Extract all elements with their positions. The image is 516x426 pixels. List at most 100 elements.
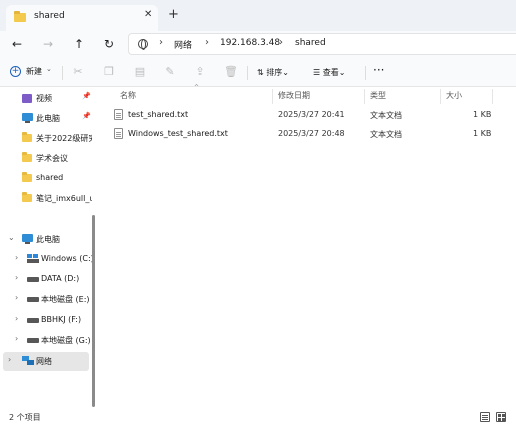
- network-icon: [22, 356, 34, 365]
- sidebar-item-label: 学术会议: [36, 154, 68, 163]
- windows-drive-icon: [27, 254, 39, 263]
- chevron-down-icon: ⌄: [338, 68, 346, 77]
- chevron-down-icon: ⌄: [46, 65, 52, 73]
- chevron-right-icon[interactable]: ›: [15, 334, 18, 343]
- tree-item-this-pc[interactable]: ⌄ 此电脑: [0, 230, 92, 249]
- sidebar-item-label: 关于2022级研究: [36, 134, 92, 143]
- tree-item-drive-g[interactable]: › 本地磁盘 (G:): [0, 331, 92, 350]
- breadcrumb-network[interactable]: 网络: [174, 38, 192, 51]
- file-modified: 2025/3/27 20:41: [278, 110, 345, 119]
- breadcrumb-host[interactable]: 192.168.3.48: [220, 38, 280, 48]
- refresh-button[interactable]: ↻: [98, 34, 120, 54]
- paste-icon[interactable]: ▤: [134, 66, 146, 78]
- computer-icon: [22, 234, 33, 244]
- tree-item-drive-e[interactable]: › 本地磁盘 (E:): [0, 290, 92, 309]
- tree-item-label: Windows (C:): [41, 254, 92, 263]
- pin-icon: 📌: [82, 112, 91, 120]
- view-label: 查看: [322, 68, 339, 77]
- sidebar-item-label: 笔记_imx6ull_u: [36, 194, 92, 203]
- tree-item-label: 网络: [36, 357, 52, 366]
- rename-icon[interactable]: ✎: [164, 66, 176, 78]
- column-divider[interactable]: [364, 89, 365, 104]
- navigation-bar: ← → ↑ ↻ › 网络 › 192.168.3.48 › shared: [0, 31, 516, 59]
- folder-icon: [22, 172, 32, 182]
- file-type: 文本文档: [370, 130, 402, 139]
- file-row[interactable]: Windows_test_shared.txt 2025/3/27 20:48 …: [112, 125, 504, 144]
- tree-item-drive-c[interactable]: › Windows (C:): [0, 250, 92, 269]
- video-icon: [22, 94, 32, 103]
- close-tab-icon[interactable]: ✕: [144, 9, 152, 20]
- navigation-pane: 视频 📌 此电脑 📌 关于2022级研究 学术会议 shared 笔记_imx6…: [0, 87, 100, 409]
- sidebar-item-folder[interactable]: 学术会议: [0, 149, 92, 168]
- chevron-right-icon: ›: [279, 37, 283, 48]
- tree-item-network[interactable]: › 网络: [3, 352, 89, 371]
- column-header-name[interactable]: 名称: [120, 90, 136, 101]
- sidebar-item-shared[interactable]: shared: [0, 169, 92, 188]
- item-count: 2 个项目: [9, 413, 41, 422]
- address-bar[interactable]: › 网络 › 192.168.3.48 › shared: [128, 33, 516, 55]
- sidebar-item-folder[interactable]: 关于2022级研究: [0, 129, 92, 148]
- sidebar-item-label: 视频: [36, 94, 52, 103]
- share-icon[interactable]: ⇪: [194, 66, 206, 78]
- column-divider[interactable]: [492, 89, 493, 104]
- folder-icon: [22, 152, 32, 162]
- file-type: 文本文档: [370, 111, 402, 120]
- drive-icon: [27, 297, 39, 302]
- drive-icon: [27, 277, 39, 282]
- details-view-icon[interactable]: [480, 412, 490, 422]
- tiles-view-icon[interactable]: [496, 412, 506, 422]
- breadcrumb-shared[interactable]: shared: [295, 38, 326, 48]
- new-tab-button[interactable]: +: [168, 7, 179, 22]
- tree-item-label: BBHKJ (F:): [41, 315, 82, 324]
- tree-item-label: 本地磁盘 (E:): [41, 295, 90, 304]
- file-name: test_shared.txt: [128, 110, 189, 119]
- new-label: 新建: [26, 67, 42, 76]
- delete-icon[interactable]: 🗑: [224, 66, 238, 78]
- sidebar-item-videos[interactable]: 视频 📌: [0, 89, 92, 108]
- chevron-right-icon[interactable]: ›: [15, 253, 18, 262]
- sort-button[interactable]: ⇅ 排序⌄: [257, 67, 289, 78]
- tree-item-label: 本地磁盘 (G:): [41, 336, 91, 345]
- sidebar-scrollbar[interactable]: [92, 215, 95, 407]
- forward-button[interactable]: →: [37, 34, 59, 54]
- tree-item-drive-f[interactable]: › BBHKJ (F:): [0, 311, 92, 330]
- cut-icon[interactable]: ✂: [72, 66, 84, 78]
- chevron-right-icon[interactable]: ›: [8, 355, 11, 364]
- column-header-type[interactable]: 类型: [370, 90, 386, 101]
- sidebar-item-label: 此电脑: [36, 114, 60, 123]
- sidebar-item-this-pc-pinned[interactable]: 此电脑 📌: [0, 109, 92, 128]
- sort-label: 排序: [266, 68, 283, 77]
- view-icon: ☰: [313, 68, 323, 77]
- chevron-right-icon: ›: [205, 37, 209, 48]
- tab-strip: shared ✕ +: [0, 0, 516, 31]
- column-divider[interactable]: [440, 89, 441, 104]
- chevron-right-icon[interactable]: ›: [15, 273, 18, 282]
- computer-icon: [22, 113, 33, 123]
- text-file-icon: [114, 128, 123, 139]
- tab-shared[interactable]: shared ✕: [6, 5, 158, 31]
- tree-item-drive-d[interactable]: › DATA (D:): [0, 270, 92, 289]
- file-size: 1 KB: [473, 110, 492, 119]
- tree-item-label: 此电脑: [36, 235, 60, 244]
- chevron-down-icon[interactable]: ⌄: [8, 233, 15, 242]
- toolbar-divider: [62, 66, 63, 80]
- file-modified: 2025/3/27 20:48: [278, 129, 345, 138]
- file-row[interactable]: test_shared.txt 2025/3/27 20:41 文本文档 1 K…: [112, 106, 504, 125]
- column-divider[interactable]: [272, 89, 273, 104]
- tree-item-label: DATA (D:): [41, 274, 80, 283]
- folder-icon: [22, 132, 32, 142]
- copy-icon[interactable]: ❐: [103, 66, 115, 78]
- column-header-size[interactable]: 大小: [446, 90, 462, 101]
- column-header-modified[interactable]: 修改日期: [278, 90, 310, 101]
- up-button[interactable]: ↑: [68, 34, 90, 54]
- globe-icon: [138, 39, 148, 50]
- chevron-right-icon[interactable]: ›: [15, 314, 18, 323]
- sidebar-item-folder[interactable]: 笔记_imx6ull_u: [0, 189, 92, 208]
- text-file-icon: [114, 109, 123, 120]
- file-list: 名称 ^ 修改日期 类型 大小 test_shared.txt 2025/3/2…: [100, 84, 516, 409]
- chevron-right-icon[interactable]: ›: [15, 293, 18, 302]
- folder-icon: [22, 192, 32, 202]
- back-button[interactable]: ←: [6, 34, 28, 54]
- more-options-button[interactable]: ···: [373, 63, 384, 77]
- view-button[interactable]: ☰ 查看⌄: [313, 67, 345, 78]
